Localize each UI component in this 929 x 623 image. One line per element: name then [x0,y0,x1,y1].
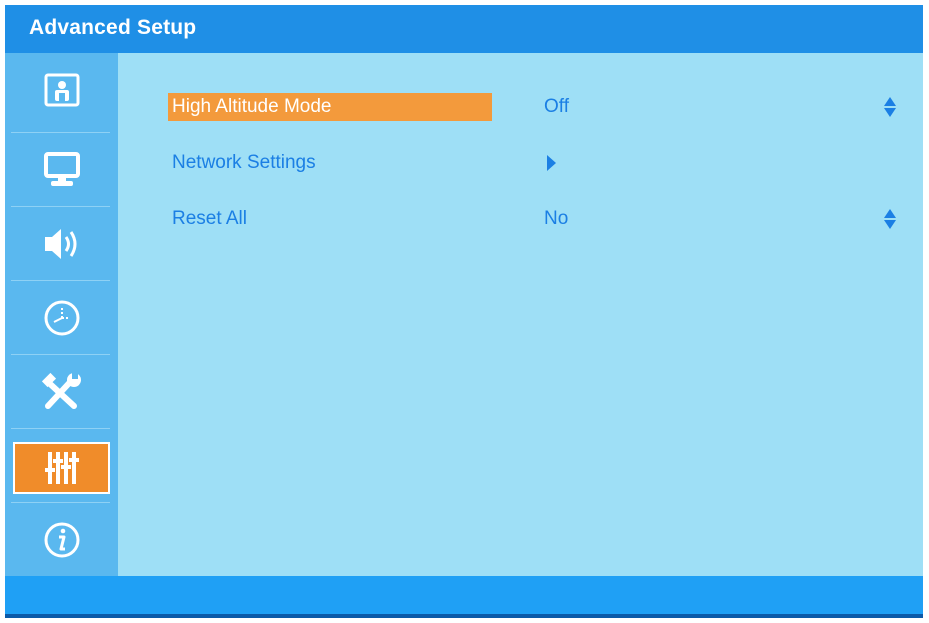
menu-row-high-altitude[interactable]: High Altitude Mode Off [118,90,923,124]
osd-menu: Advanced Setup High Altitude Mode Off Ne… [5,5,923,618]
sidebar [5,53,118,576]
sidebar-item-advanced[interactable] [13,442,110,494]
up-down-arrow-icon[interactable] [883,208,897,230]
sidebar-item-info[interactable] [5,503,118,577]
sidebar-item-audio[interactable] [5,207,118,281]
page-title: Advanced Setup [29,16,197,39]
advanced-sliders-icon [44,452,79,484]
sidebar-item-timer[interactable] [5,281,118,355]
submenu-arrow-icon[interactable] [547,155,556,171]
title-bar: Advanced Setup [5,5,923,53]
bottom-border [5,614,923,618]
menu-row-label: Reset All [172,208,247,229]
info-icon [44,522,79,558]
sidebar-item-picture[interactable] [5,53,118,127]
speaker-audio-icon [44,229,76,259]
status-bar [5,576,923,618]
menu-panel: High Altitude Mode Off Network Settings … [118,53,923,576]
sidebar-divider [11,428,110,429]
display-monitor-icon [43,152,80,186]
sidebar-item-display[interactable] [5,133,118,207]
menu-row-value: Off [544,96,569,117]
menu-row-reset-all[interactable]: Reset All No [118,202,923,236]
clock-timer-icon [44,300,79,336]
menu-row-value: No [544,208,569,229]
sidebar-item-setup[interactable] [5,355,118,429]
up-down-arrow-icon[interactable] [883,96,897,118]
menu-row-network-settings[interactable]: Network Settings [118,146,923,180]
tools-wrench-icon [41,372,81,409]
picture-settings-icon [44,73,79,107]
menu-row-label: High Altitude Mode [168,93,492,121]
menu-row-label: Network Settings [172,152,316,173]
